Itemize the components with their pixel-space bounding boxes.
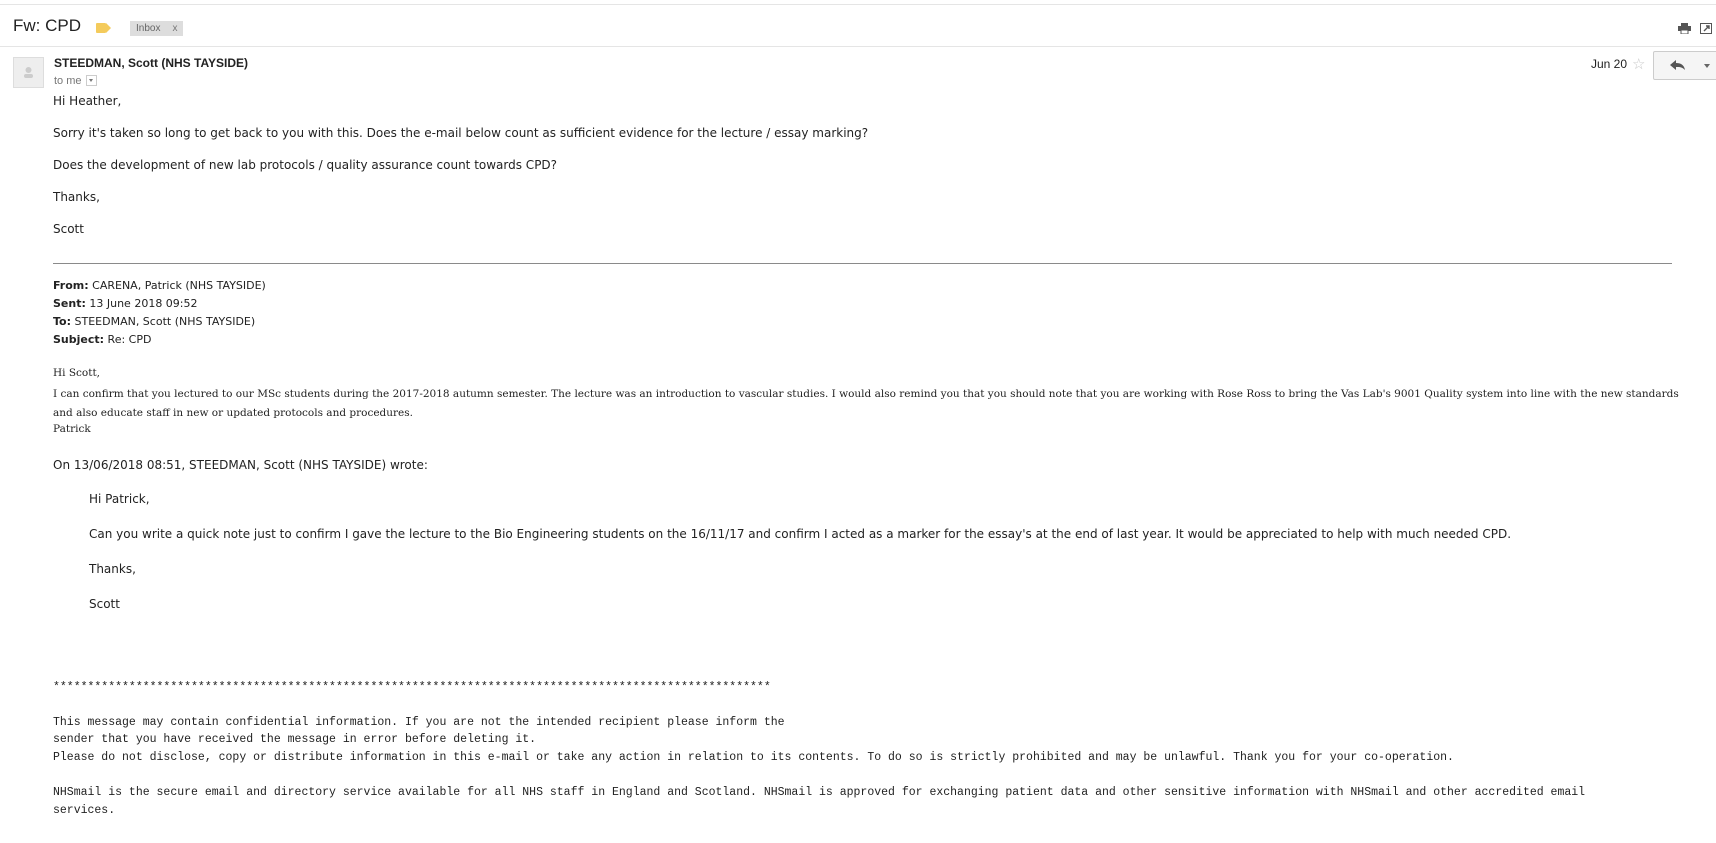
body-paragraph-1: Sorry it's taken so long to get back to …: [53, 126, 869, 140]
disclaimer-line-2: sender that you have received the messag…: [53, 733, 537, 746]
disclaimer-line-4: NHSmail is the secure email and director…: [53, 786, 1586, 799]
quoted-paragraph: Can you write a quick note just to confi…: [89, 527, 1512, 541]
body-paragraph-2: Does the development of new lab protocol…: [53, 158, 558, 172]
person-icon: [24, 67, 33, 78]
body-greeting: Hi Heather,: [53, 94, 122, 108]
thread-subject: Fw: CPD: [13, 16, 81, 35]
recipient-text: to me: [54, 75, 82, 87]
forwarded-greeting: Hi Scott,: [53, 367, 101, 379]
forwarded-sent: Sent: 13 June 2018 09:52: [53, 297, 198, 310]
forwarded-paragraph: I can confirm that you lectured to our M…: [53, 388, 1679, 419]
inbox-label-text: Inbox: [136, 23, 161, 34]
star-icon[interactable]: ☆: [1632, 55, 1645, 73]
quoted-greeting: Hi Patrick,: [89, 492, 150, 506]
forwarded-from: From: CARENA, Patrick (NHS TAYSIDE): [53, 279, 266, 292]
sender-avatar: [13, 57, 44, 88]
reply-button[interactable]: [1653, 51, 1701, 80]
body-thanks: Thanks,: [53, 190, 100, 204]
forwarded-from-value[interactable]: CARENA, Patrick (NHS TAYSIDE): [92, 279, 266, 292]
body-signature: Scott: [53, 222, 84, 236]
details-dropdown-icon[interactable]: [85, 74, 97, 86]
disclaimer-separator: ****************************************…: [53, 681, 771, 694]
recipient-details[interactable]: to me: [54, 74, 97, 87]
forward-divider: [53, 263, 1672, 264]
reply-icon: [1670, 60, 1685, 70]
quote-attribution: On 13/06/2018 08:51, STEEDMAN, Scott (NH…: [53, 458, 428, 472]
new-window-icon[interactable]: [1700, 23, 1712, 34]
importance-label-icon[interactable]: [96, 23, 111, 33]
remove-label-icon[interactable]: x: [172, 23, 177, 34]
more-options-button[interactable]: [1699, 51, 1716, 80]
forwarded-to: To: STEEDMAN, Scott (NHS TAYSIDE): [53, 315, 256, 328]
quoted-thanks: Thanks,: [89, 562, 136, 576]
subject-bar: Fw: CPD Inbox x: [0, 4, 1716, 47]
forwarded-signoff: Patrick: [53, 423, 91, 435]
quoted-signature: Scott: [89, 597, 120, 611]
disclaimer-line-3: Please do not disclose, copy or distribu…: [53, 751, 1454, 764]
sender-name[interactable]: STEEDMAN, Scott (NHS TAYSIDE): [54, 56, 248, 70]
forwarded-subject: Subject: Re: CPD: [53, 333, 152, 346]
disclaimer-line-5: services.: [53, 804, 116, 817]
disclaimer-line-1: This message may contain confidential in…: [53, 716, 785, 729]
inbox-label-chip[interactable]: Inbox x: [130, 21, 184, 36]
message-date: Jun 20: [1591, 57, 1628, 71]
print-icon[interactable]: [1678, 23, 1691, 34]
